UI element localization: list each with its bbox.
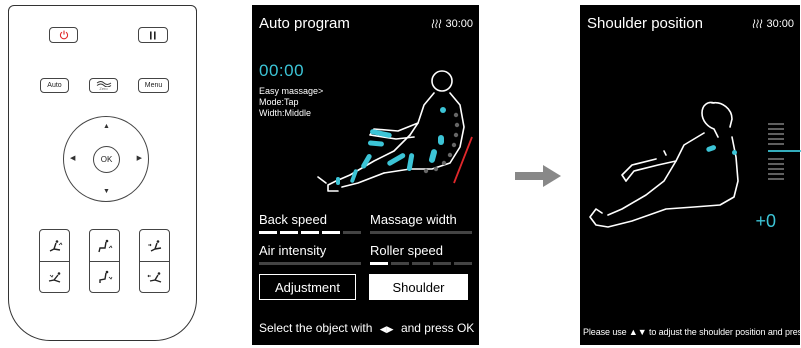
- up-arrow-icon[interactable]: ▲: [103, 123, 110, 130]
- back-speed-segment: [301, 231, 319, 234]
- adjustment-button-label: Adjustment: [274, 279, 341, 295]
- shoulder-button-label: Shoulder: [392, 279, 445, 295]
- left-arrow-icon[interactable]: ◀: [70, 155, 75, 162]
- screen-title: Auto program: [259, 15, 350, 32]
- footer-text-start: Select the object with: [259, 321, 373, 335]
- zero-gravity-button[interactable]: Zero: [89, 78, 118, 93]
- ok-button[interactable]: OK: [93, 146, 120, 173]
- footer-instruction: Please use ▲▼ to adjust the shoulder pos…: [583, 327, 801, 337]
- left-right-arrows-icon: ◀▶: [379, 324, 394, 334]
- roller-speed-segment: [370, 262, 388, 265]
- elapsed-clock: 00:00: [259, 61, 305, 80]
- mode-label: Mode:Tap: [259, 97, 299, 107]
- timer-value: 30:00: [766, 18, 794, 30]
- footer-text-end: and press OK: [400, 321, 475, 335]
- backrest-down-button[interactable]: [40, 261, 69, 292]
- power-icon: [59, 30, 68, 40]
- width-label: Width:Middle: [259, 108, 312, 118]
- timer: 30:00: [431, 18, 473, 30]
- legrest-down-button[interactable]: [90, 261, 119, 292]
- legrest-up-icon: [97, 239, 112, 252]
- back-speed-segment: [259, 231, 277, 234]
- option-back-speed[interactable]: Back speed: [259, 212, 327, 227]
- seated-body-figure: [589, 101, 739, 228]
- timer: 30:00: [752, 18, 794, 30]
- seat-backward-button[interactable]: [140, 261, 169, 292]
- backrest-down-icon: [48, 271, 60, 283]
- timer-value: 30:00: [445, 18, 473, 30]
- shoulder-position-scale: [768, 122, 801, 193]
- seat-forward-icon: [147, 239, 161, 252]
- legrest-up-button[interactable]: [90, 230, 119, 262]
- power-button[interactable]: [49, 27, 78, 43]
- auto-button[interactable]: Auto: [40, 78, 69, 93]
- back-speed-segment: [343, 231, 361, 234]
- menu-button[interactable]: Menu: [138, 78, 169, 93]
- right-arrow-icon[interactable]: ▶: [137, 155, 142, 162]
- back-speed-segment: [322, 231, 340, 234]
- scale-ticks: [768, 123, 801, 180]
- shoulder-position-screen: Shoulder position 30:00 +0 Please use ▲▼…: [580, 5, 801, 345]
- massage-width-bar: [370, 231, 472, 234]
- legrest-down-icon: [98, 270, 112, 283]
- roller-speed-segment: [412, 262, 430, 265]
- legrest-adjust-tile[interactable]: [89, 229, 120, 293]
- transition-arrow-icon: [515, 165, 561, 187]
- pause-icon: [150, 31, 156, 39]
- auto-program-screen: Auto program 30:00 00:00 Easy massage> M…: [252, 5, 479, 345]
- direction-pad[interactable]: ▲ ▼ ◀ ▶ OK: [63, 116, 149, 202]
- adjustment-button[interactable]: Adjustment: [259, 274, 356, 300]
- option-roller-speed[interactable]: Roller speed: [370, 243, 443, 258]
- seat-backward-icon: [146, 271, 161, 283]
- back-speed-bar: [259, 231, 361, 234]
- option-massage-width[interactable]: Massage width: [370, 212, 457, 227]
- screen-title: Shoulder position: [587, 15, 703, 32]
- air-intensity-bar: [259, 262, 361, 265]
- zero-gravity-label: Zero: [99, 86, 108, 91]
- footer-instruction: Select the object with ◀▶ and press OK: [259, 321, 474, 335]
- option-air-intensity[interactable]: Air intensity: [259, 243, 326, 258]
- seat-adjust-tile[interactable]: [139, 229, 170, 293]
- heat-icon: [753, 19, 763, 29]
- roller-speed-bar: [370, 262, 472, 265]
- backrest-adjust-tile[interactable]: [39, 229, 70, 293]
- heat-icon: [432, 19, 442, 29]
- reclined-body-figure: [317, 70, 473, 192]
- roller-speed-segment: [391, 262, 409, 265]
- shoulder-button[interactable]: Shoulder: [369, 274, 468, 300]
- back-speed-segment: [280, 231, 298, 234]
- auto-button-label: Auto: [47, 82, 62, 89]
- backrest-up-icon: [49, 239, 62, 252]
- shoulder-position-value: +0: [755, 211, 776, 231]
- roller-speed-segment: [454, 262, 472, 265]
- pause-button[interactable]: [138, 27, 168, 43]
- ok-label: OK: [100, 155, 113, 164]
- roller-speed-segment: [433, 262, 451, 265]
- backrest-up-button[interactable]: [40, 230, 69, 262]
- menu-button-label: Menu: [144, 82, 163, 89]
- seat-forward-button[interactable]: [140, 230, 169, 262]
- down-arrow-icon[interactable]: ▼: [103, 188, 110, 195]
- remote-control: Auto Zero Menu ▲ ▼ ◀ ▶ OK: [8, 5, 197, 341]
